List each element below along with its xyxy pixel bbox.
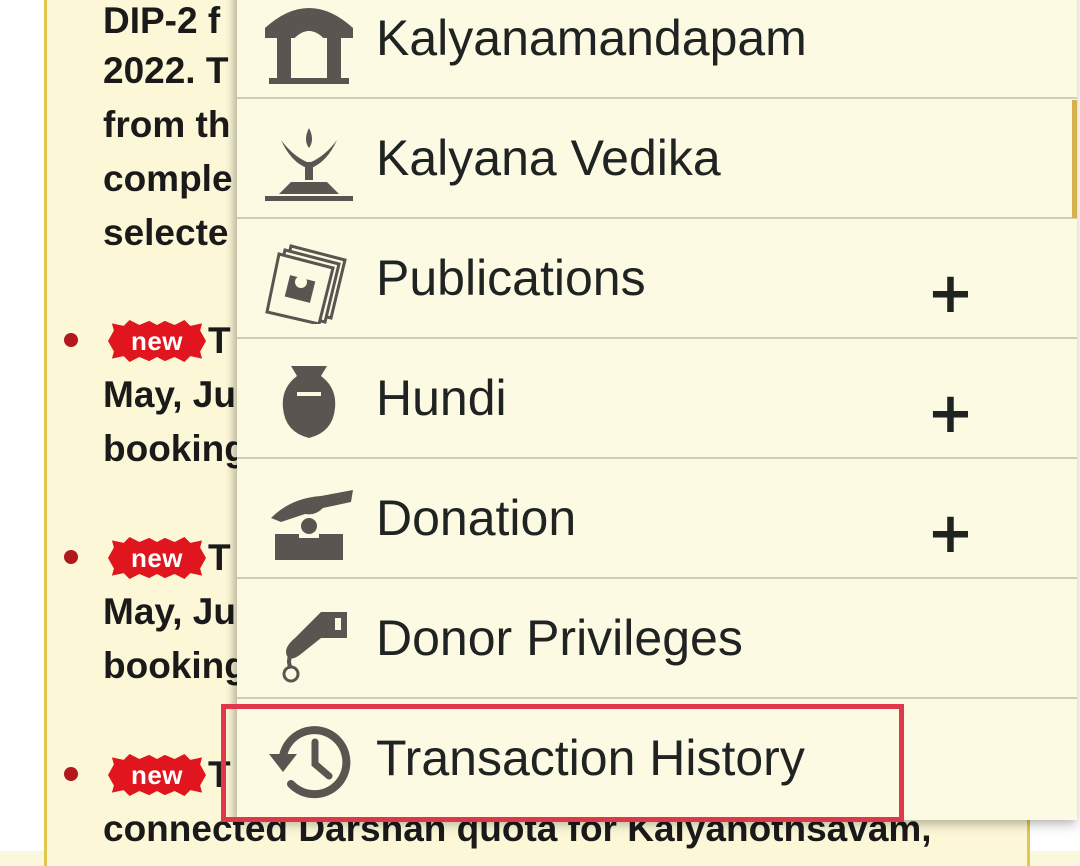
news-bullet (64, 550, 78, 564)
expand-plus-icon[interactable]: + (927, 506, 974, 562)
news-text-line: selecte (103, 212, 229, 253)
menu-item-label: Transaction History (376, 730, 805, 786)
expand-plus-icon[interactable]: + (927, 386, 974, 442)
menu-item-kalyana-vedika[interactable]: Kalyana Vedika (237, 100, 1077, 219)
news-text-line: May, Ju (103, 591, 236, 632)
menu-item-label: Donation (376, 490, 577, 546)
news-text: T (208, 754, 231, 795)
news-text-line: 2022. T (103, 50, 229, 91)
news-text-line: from th (103, 104, 231, 145)
history-clock-icon (261, 718, 357, 804)
news-text-line: DIP-2 f (103, 0, 221, 41)
mandapam-icon (261, 0, 357, 84)
expand-plus-icon[interactable]: + (927, 266, 974, 322)
news-text-line: May, Ju (103, 374, 236, 415)
hundi-pot-icon (261, 358, 357, 444)
menu-item-label: Publications (376, 250, 646, 306)
menu-item-transaction-history[interactable]: Transaction History (237, 700, 1077, 819)
menu-item-donor-privileges[interactable]: Donor Privileges (237, 580, 1077, 699)
new-badge: new (108, 754, 206, 796)
scroll-indicator (1072, 100, 1077, 218)
donation-hand-icon (261, 478, 357, 564)
news-bullet (64, 333, 78, 347)
menu-item-label: Donor Privileges (376, 610, 743, 666)
menu-item-label: Kalyanamandapam (376, 10, 807, 66)
donor-privileges-icon (261, 598, 357, 684)
news-text-line: comple (103, 158, 233, 199)
news-text: T (208, 320, 231, 361)
news-text-line: booking (103, 645, 247, 686)
menu-item-hundi[interactable]: Hundi + (237, 340, 1077, 459)
new-badge: new (108, 537, 206, 579)
news-bullet (64, 767, 78, 781)
menu-item-kalyanamandapam[interactable]: Kalyanamandapam (237, 0, 1077, 99)
menu-item-publications[interactable]: Publications + (237, 220, 1077, 339)
new-badge: new (108, 320, 206, 362)
vedika-icon (261, 118, 357, 204)
menu-item-label: Hundi (376, 370, 507, 426)
menu-item-donation[interactable]: Donation + (237, 460, 1077, 579)
navigation-menu: Kalyanamandapam Kalyana Vedika Publicati… (237, 0, 1077, 820)
news-text: T (208, 537, 231, 578)
publications-icon (261, 238, 357, 326)
news-text-line: booking (103, 428, 247, 469)
menu-item-label: Kalyana Vedika (376, 130, 721, 186)
